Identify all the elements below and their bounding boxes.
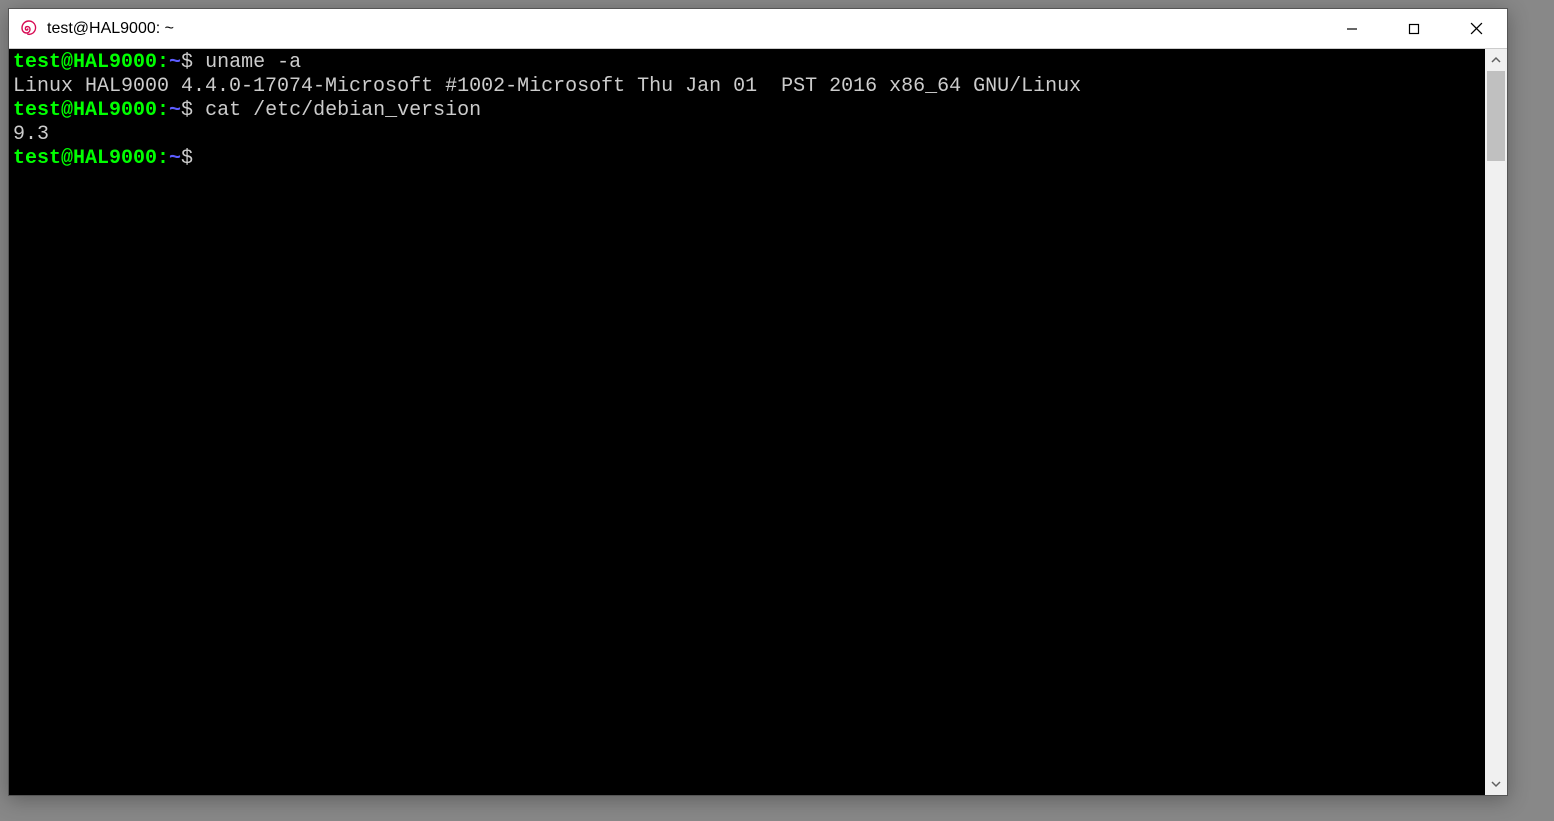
prompt-dollar: $ [181, 51, 193, 74]
chevron-down-icon [1491, 779, 1501, 789]
prompt-dollar: $ [181, 147, 193, 170]
prompt-user: test@HAL9000: [13, 147, 169, 170]
maximize-button[interactable] [1383, 9, 1445, 48]
titlebar[interactable]: test@HAL9000: ~ [9, 9, 1507, 49]
close-icon [1470, 22, 1483, 35]
command-text: uname -a [205, 51, 301, 74]
output-text: Linux HAL9000 4.4.0-17074-Microsoft #100… [13, 75, 1081, 98]
debian-icon [19, 19, 39, 39]
scroll-track[interactable] [1485, 71, 1507, 773]
prompt-path: ~ [169, 147, 181, 170]
minimize-button[interactable] [1321, 9, 1383, 48]
minimize-icon [1346, 23, 1358, 35]
prompt-path: ~ [169, 51, 181, 74]
chevron-up-icon [1491, 55, 1501, 65]
command-text: cat /etc/debian_version [205, 99, 481, 122]
window-controls [1321, 9, 1507, 48]
prompt-user: test@HAL9000: [13, 99, 169, 122]
prompt-path: ~ [169, 99, 181, 122]
close-button[interactable] [1445, 9, 1507, 48]
terminal-content[interactable]: test@HAL9000:~$ uname -a Linux HAL9000 4… [9, 49, 1485, 795]
scroll-down-button[interactable] [1485, 773, 1507, 795]
window-title: test@HAL9000: ~ [47, 20, 1321, 38]
vertical-scrollbar[interactable] [1485, 49, 1507, 795]
maximize-icon [1408, 23, 1420, 35]
prompt-user: test@HAL9000: [13, 51, 169, 74]
terminal-window: test@HAL9000: ~ test@HAL9000:~$ uname -a [8, 8, 1508, 796]
prompt-dollar: $ [181, 99, 193, 122]
scroll-up-button[interactable] [1485, 49, 1507, 71]
terminal-body: test@HAL9000:~$ uname -a Linux HAL9000 4… [9, 49, 1507, 795]
scroll-thumb[interactable] [1487, 71, 1505, 161]
output-text: 9.3 [13, 123, 49, 146]
